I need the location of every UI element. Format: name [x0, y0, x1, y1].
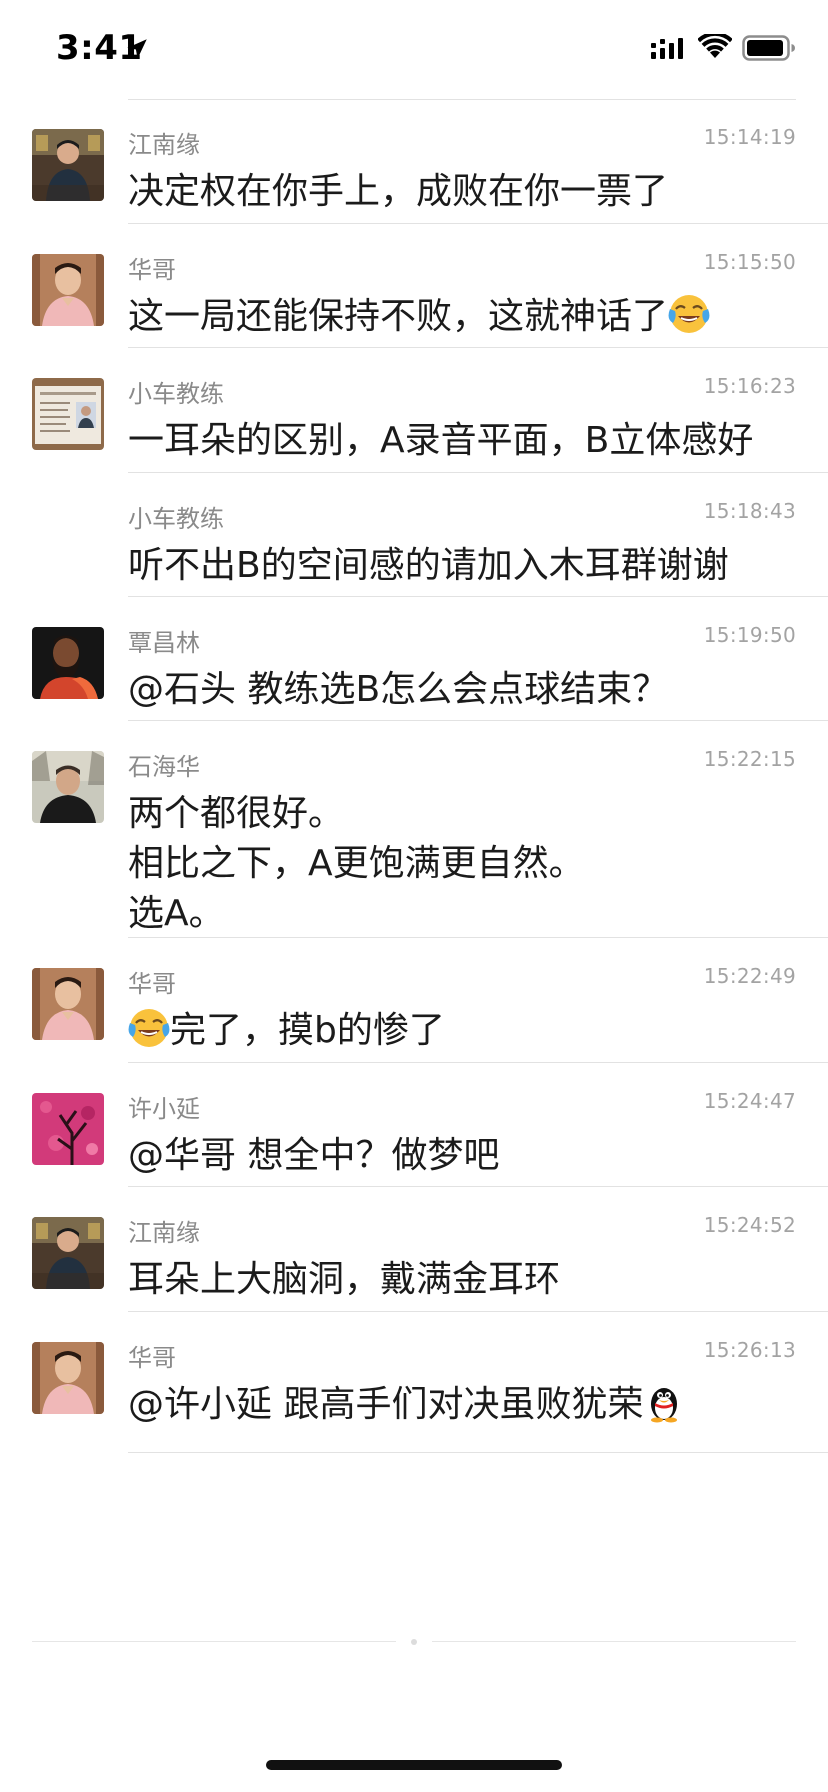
message-text-content: @华哥 想全中？做梦吧 [128, 1135, 500, 1176]
avatar[interactable] [32, 751, 104, 823]
message-text[interactable]: 两个都很好。 相比之下，A更饱满更自然。 选A。 [128, 789, 800, 939]
sender-name[interactable]: 小车教练 [128, 499, 224, 534]
sender-name[interactable]: 华哥 [128, 250, 176, 285]
message-item[interactable]: 华哥 15:15:50 这一局还能保持不败，这就神话了 [0, 224, 828, 348]
message-item[interactable]: 江南缘 15:14:19 决定权在你手上，成败在你一票了 [0, 99, 828, 224]
message-text[interactable]: 耳朵上大脑洞，戴满金耳环 [128, 1255, 800, 1305]
message-text-content: 完了，摸b的惨了 [170, 1010, 445, 1051]
message-text[interactable]: 这一局还能保持不败，这就神话了 [128, 292, 800, 342]
message-text[interactable]: @许小延 跟高手们对决虽败犹荣 [128, 1380, 800, 1430]
message-item[interactable]: 许小延 15:24:47 @华哥 想全中？做梦吧 [0, 1063, 828, 1187]
message-time: 15:19:50 [703, 623, 796, 647]
message-item[interactable]: 小车教练 15:18:43 听不出B的空间感的请加入木耳群谢谢 [0, 473, 828, 597]
sender-name[interactable]: 小车教练 [128, 374, 224, 409]
message-time: 15:16:23 [703, 374, 796, 398]
message-text[interactable]: @华哥 想全中？做梦吧 [128, 1131, 800, 1181]
message-text-content: 两个都很好。 相比之下，A更饱满更自然。 选A。 [128, 793, 585, 934]
cellular-signal-icon [651, 38, 683, 59]
message-text-content: @石头 教练选B怎么会点球结束？ [128, 669, 669, 710]
avatar[interactable] [32, 968, 104, 1040]
message-text[interactable]: 完了，摸b的惨了 [128, 1006, 800, 1056]
message-time: 15:18:43 [703, 499, 796, 523]
message-text[interactable]: 听不出B的空间感的请加入木耳群谢谢 [128, 541, 800, 591]
message-item[interactable]: 华哥 15:26:13 @许小延 跟高手们对决虽败犹荣 [0, 1312, 828, 1453]
message-text[interactable]: 决定权在你手上，成败在你一票了 [128, 167, 800, 217]
message-item[interactable]: 石海华 15:22:15 两个都很好。 相比之下，A更饱满更自然。 选A。 [0, 721, 828, 938]
message-time: 15:22:15 [703, 747, 796, 771]
end-line-right [432, 1641, 796, 1642]
crying-laughing-face-icon [668, 295, 710, 333]
message-time: 15:24:47 [703, 1089, 796, 1113]
sender-name[interactable]: 江南缘 [128, 125, 200, 160]
status-bar: 3:41 [0, 0, 828, 100]
message-time: 15:24:52 [703, 1213, 796, 1237]
message-item[interactable]: 江南缘 15:24:52 耳朵上大脑洞，戴满金耳环 [0, 1187, 828, 1312]
location-arrow-icon [127, 39, 147, 59]
message-item[interactable]: 华哥 15:22:49 完了，摸b的惨了 [0, 938, 828, 1063]
message-item[interactable]: 小车教练 15:16:23 一耳朵的区别，A录音平面，B立体感好 [0, 348, 828, 473]
avatar[interactable] [32, 1342, 104, 1414]
message-text-content: 决定权在你手上，成败在你一票了 [128, 171, 669, 212]
message-text-content: 一耳朵的区别，A录音平面，B立体感好 [128, 420, 754, 461]
message-time: 15:14:19 [703, 125, 796, 149]
message-text[interactable]: @石头 教练选B怎么会点球结束？ [128, 665, 800, 715]
end-line-left [32, 1641, 396, 1642]
sender-name[interactable]: 许小延 [128, 1089, 200, 1124]
avatar[interactable] [32, 1093, 104, 1165]
message-time: 15:22:49 [703, 964, 796, 988]
sender-name[interactable]: 江南缘 [128, 1213, 200, 1248]
avatar[interactable] [32, 627, 104, 699]
message-text[interactable]: 一耳朵的区别，A录音平面，B立体感好 [128, 416, 800, 466]
message-time: 15:15:50 [703, 250, 796, 274]
wifi-icon [698, 34, 732, 58]
avatar[interactable] [32, 129, 104, 201]
avatar[interactable] [32, 1217, 104, 1289]
message-text-content: @许小延 跟高手们对决虽败犹荣 [128, 1384, 644, 1425]
message-text-content: 听不出B的空间感的请加入木耳群谢谢 [128, 545, 729, 586]
end-dot [411, 1639, 417, 1645]
message-text-content: 这一局还能保持不败，这就神话了 [128, 296, 669, 337]
sender-name[interactable]: 覃昌林 [128, 623, 200, 658]
message-text-content: 耳朵上大脑洞，戴满金耳环 [128, 1259, 561, 1300]
avatar[interactable] [32, 254, 104, 326]
sender-name[interactable]: 华哥 [128, 1338, 176, 1373]
message-list[interactable]: 江南缘 15:14:19 决定权在你手上，成败在你一票了华哥 15:15:50 这一局还… [0, 99, 828, 1453]
divider-inset [0, 1452, 128, 1453]
penguin-icon [651, 1388, 678, 1423]
sender-name[interactable]: 石海华 [128, 747, 200, 782]
home-indicator[interactable] [266, 1760, 562, 1770]
crying-laughing-face-icon [128, 1009, 170, 1047]
avatar[interactable] [32, 378, 104, 450]
message-item[interactable]: 覃昌林 15:19:50 @石头 教练选B怎么会点球结束？ [0, 597, 828, 721]
message-time: 15:26:13 [703, 1338, 796, 1362]
sender-name[interactable]: 华哥 [128, 964, 176, 999]
end-of-list-marker [32, 1638, 796, 1646]
battery-icon [742, 35, 795, 61]
